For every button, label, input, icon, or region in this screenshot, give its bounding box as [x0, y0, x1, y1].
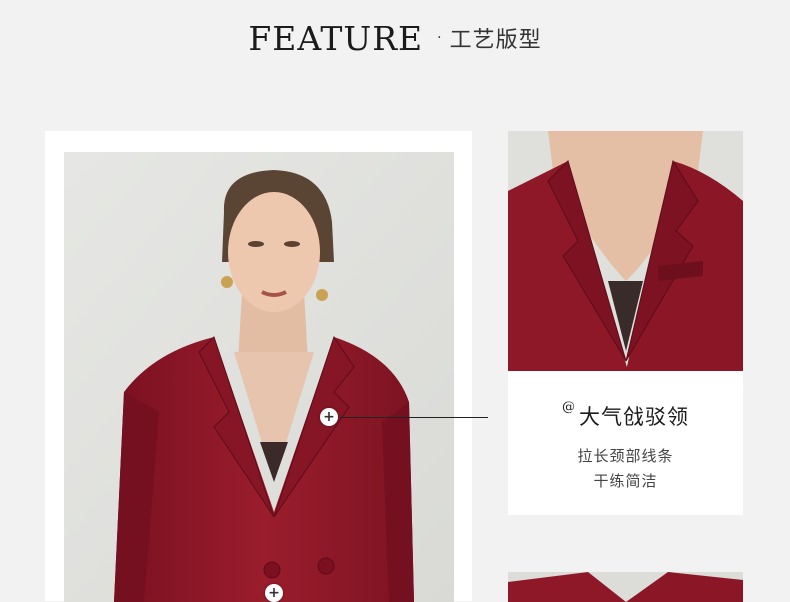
- caption-title: 大气戗驳领: [579, 405, 689, 429]
- caption-line-1: 拉长颈部线条: [577, 447, 674, 465]
- collar-detail-photo: [508, 131, 743, 371]
- callout-connector-line: [340, 417, 488, 418]
- feature-header: FEATURE · 工艺版型: [0, 18, 790, 58]
- feature-title-en: FEATURE: [248, 18, 424, 58]
- caption-line-2: 干练简洁: [593, 472, 658, 490]
- at-symbol: @: [562, 400, 575, 415]
- feature-caption-card: @ 大气戗驳领 拉长颈部线条 干练简洁: [508, 371, 743, 515]
- caption-heading: @ 大气戗驳领: [508, 400, 743, 431]
- title-separator: ·: [437, 30, 442, 46]
- collar-hotspot-plus-icon[interactable]: +: [320, 408, 338, 426]
- model-photo: [64, 152, 454, 602]
- button-hotspot-plus-icon[interactable]: +: [265, 584, 283, 602]
- detail-photo-next: [508, 572, 743, 602]
- feature-title-cn: 工艺版型: [449, 28, 542, 53]
